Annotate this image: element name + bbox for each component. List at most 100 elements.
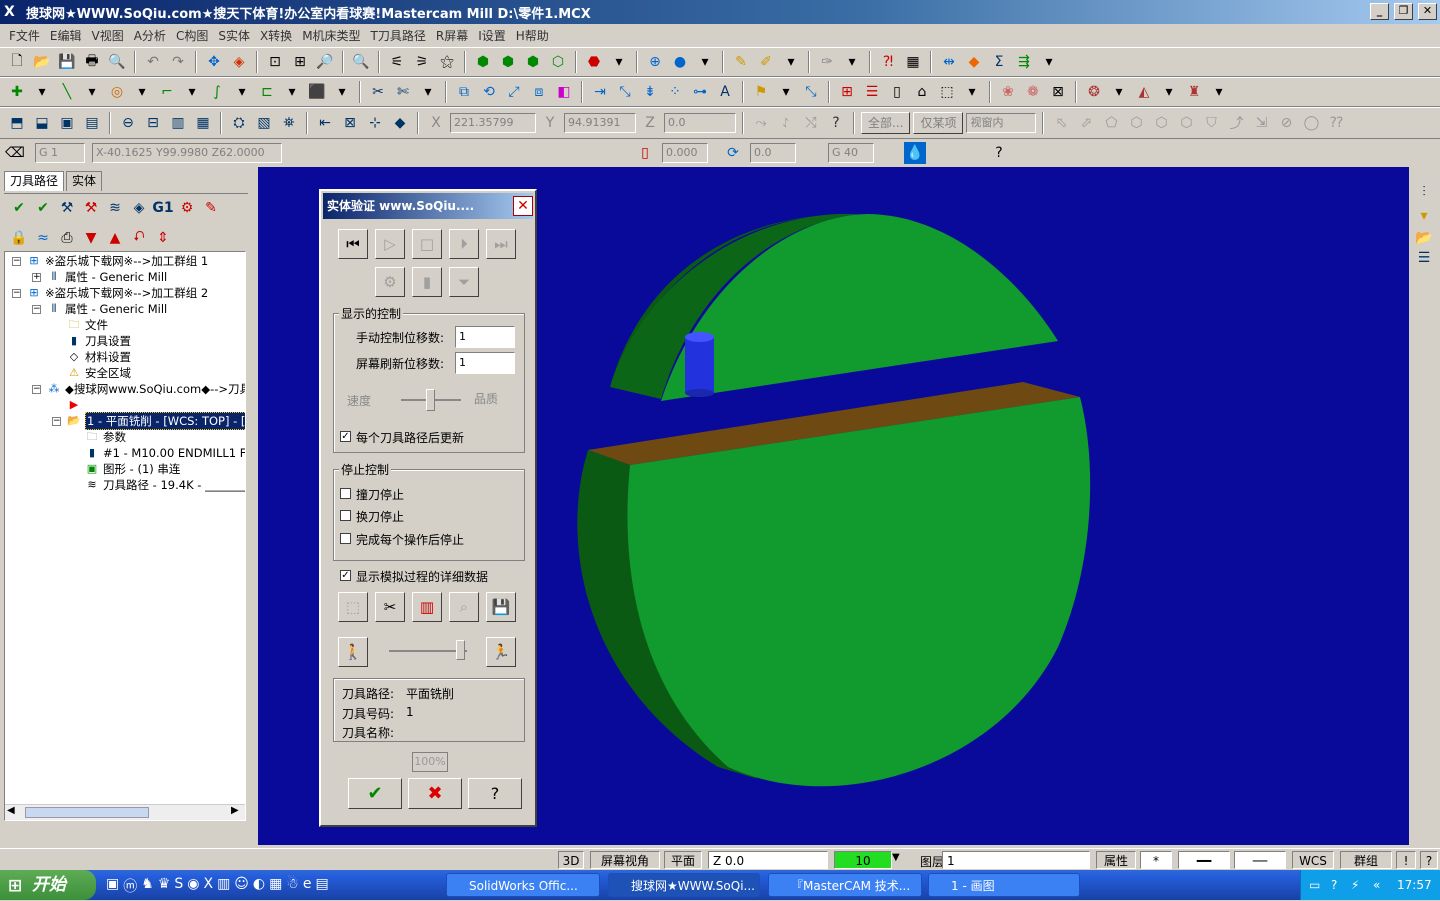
coolant-icon[interactable]: 💧 <box>904 142 926 164</box>
help-pointer-icon[interactable]: ⁈ <box>877 51 899 73</box>
drill-icon[interactable]: ⊖ <box>117 112 139 134</box>
scale-icon[interactable]: ⤢ <box>503 81 525 103</box>
dropdown-arrow-icon[interactable]: ▾ <box>1038 51 1060 73</box>
verify-selection-icon[interactable]: ⇲ <box>1250 112 1272 134</box>
grid-app-icon[interactable]: ▦ <box>269 876 282 896</box>
pencil-icon[interactable]: ✎ <box>730 51 752 73</box>
close-button[interactable]: ✕ <box>1418 3 1437 20</box>
fillet-icon[interactable]: ⌐ <box>156 81 178 103</box>
select-vector-icon[interactable]: ⬡ <box>1150 112 1172 134</box>
tree-safety-zone[interactable]: ⚠ 安全区域 <box>67 365 131 381</box>
tree-properties-2[interactable]: ⫴ 属性 - Generic Mill <box>47 301 168 317</box>
redo-icon[interactable]: ↷ <box>167 51 189 73</box>
face-icon[interactable]: ⊟ <box>142 112 164 134</box>
clear-selection-icon[interactable]: ⊘ <box>1275 112 1297 134</box>
stop-toolchange-checkbox[interactable] <box>340 510 351 521</box>
save-icon[interactable]: 💾 <box>56 51 78 73</box>
array-icon[interactable]: ⁘ <box>664 81 686 103</box>
menu-toolpaths[interactable]: T刀具路径 <box>366 27 431 44</box>
line-icon[interactable]: ╲ <box>56 81 78 103</box>
manual-step-input[interactable]: 1 <box>455 326 515 348</box>
pocket-icon[interactable]: ▤ <box>81 112 103 134</box>
line-style-select[interactable]: ━━ <box>1178 851 1230 869</box>
note-icon[interactable]: ⤡ <box>800 81 822 103</box>
toolpath-edit-icon[interactable]: ⬓ <box>31 112 53 134</box>
unzoom-icon[interactable]: 🔎 <box>314 51 336 73</box>
attributes-button[interactable]: 属性 <box>1096 851 1136 869</box>
select-all-button[interactable]: 全部... <box>861 112 911 134</box>
tree-tool[interactable]: ▮ #1 - M10.00 ENDMILL1 FLA <box>85 445 245 461</box>
globe-icon[interactable]: ⊕ <box>644 51 666 73</box>
scroll-thumb[interactable] <box>25 807 149 818</box>
view-front-icon[interactable]: ⬢ <box>522 51 544 73</box>
dropdown-arrow-icon[interactable]: ▾ <box>694 51 716 73</box>
text-icon[interactable]: A <box>714 81 736 103</box>
gview-button[interactable]: 屏幕视角 <box>590 851 660 869</box>
color-field[interactable]: 10 <box>834 851 892 869</box>
menu-file[interactable]: F文件 <box>4 27 45 44</box>
horizontal-scrollbar[interactable]: ◀ ▶ <box>5 804 245 820</box>
move-icon[interactable]: ⇥ <box>589 81 611 103</box>
tag-icon[interactable]: ⌂ <box>911 81 933 103</box>
zoom-window-icon[interactable]: ⊞ <box>289 51 311 73</box>
point-icon[interactable]: ✚ <box>6 81 28 103</box>
y-coordinate-input[interactable]: 94.91391 <box>564 113 636 133</box>
smile-icon[interactable]: ☺ <box>234 876 249 896</box>
z-coordinate-input[interactable]: 0.0 <box>664 113 736 133</box>
select-polygon-icon[interactable]: ⬡ <box>1125 112 1147 134</box>
wcs-button[interactable]: WCS <box>1292 851 1334 869</box>
break-icon[interactable]: ✄ <box>392 81 414 103</box>
selection-mode-select[interactable]: 视窗内 <box>966 113 1037 133</box>
tree-group-2[interactable]: ⊞ ※盗乐城下载网※-->加工群组 2 <box>27 285 208 301</box>
pan-icon[interactable]: ✥ <box>203 51 225 73</box>
cut-button[interactable]: ✂ <box>375 592 405 622</box>
regen-dirty-icon[interactable]: ⚒ <box>80 197 102 219</box>
restore-button[interactable]: ❐ <box>1394 3 1413 20</box>
groups-button[interactable]: 群组 <box>1340 851 1392 869</box>
mastercam-icon[interactable]: X <box>203 876 213 896</box>
dropdown-arrow-icon[interactable]: ▾ <box>31 81 53 103</box>
play-button[interactable]: ▷ <box>375 229 405 259</box>
high-feed-icon[interactable]: ⚙ <box>176 197 198 219</box>
lock-icon[interactable]: 🔒 <box>8 227 30 249</box>
new-file-icon[interactable]: 🗋 <box>6 51 28 73</box>
dropdown-arrow-icon[interactable]: ▾ <box>961 81 983 103</box>
tree-stock-setup[interactable]: ◇ 材料设置 <box>67 349 131 365</box>
tool-display-button[interactable]: ▮ <box>412 267 442 297</box>
mesh-icon[interactable]: ⊠ <box>1047 81 1069 103</box>
eraser-icon[interactable]: ⌫ <box>4 142 26 164</box>
tree-toolpath[interactable]: ≋ 刀具路径 - 19.4K - ________ <box>85 477 245 493</box>
media-icon[interactable]: ◉ <box>187 876 199 896</box>
dropdown-arrow-icon[interactable]: ▾ <box>780 51 802 73</box>
antenna-icon[interactable]: ⚡ <box>1351 870 1359 900</box>
solid-icon[interactable]: ⬛ <box>306 81 328 103</box>
color-icon[interactable]: ◆ <box>963 51 985 73</box>
z-depth-select[interactable]: Z 0.0 <box>708 851 828 869</box>
layer-select[interactable]: 1 <box>942 851 1090 869</box>
regen-ops-icon[interactable]: ⚒ <box>56 197 78 219</box>
messenger-icon[interactable]: ⓜ <box>123 876 137 896</box>
ok-button[interactable]: ✔ <box>348 778 402 809</box>
highlighter-icon[interactable]: ✐ <box>755 51 777 73</box>
show-details-checkbox[interactable]: ✓ <box>340 570 351 581</box>
refresh-step-input[interactable]: 1 <box>455 352 515 374</box>
cancel-button[interactable]: ✖ <box>408 778 462 809</box>
menu-view[interactable]: V视图 <box>87 27 129 44</box>
wireframe-icon[interactable]: ⚞ <box>411 51 433 73</box>
task-mastercam[interactable]: 搜球网★WWW.SoQi... <box>608 873 760 897</box>
dropdown-arrow-icon[interactable]: ▾ <box>1208 81 1230 103</box>
task-solidworks[interactable]: SolidWorks Offic... <box>446 873 600 897</box>
stock-button[interactable]: ⬚ <box>338 592 368 622</box>
dropdown-arrow-icon[interactable]: ▼ <box>892 852 900 863</box>
help-icon[interactable]: ? <box>825 112 847 134</box>
view-iso-icon[interactable]: ⬢ <box>472 51 494 73</box>
dropdown-arrow-icon[interactable]: ▾ <box>417 81 439 103</box>
exclaim-button[interactable]: ! <box>1396 851 1416 869</box>
autocursor-settings-icon[interactable]: ⤭ <box>800 112 822 134</box>
verify-ops-icon[interactable]: ◈ <box>128 197 150 219</box>
slot-icon[interactable]: ▥ <box>167 112 189 134</box>
tree-operation-1[interactable]: 📂 1 - 平面铣削 - [WCS: TOP] - [刀] <box>67 412 245 430</box>
book-icon[interactable]: ▥ <box>217 876 230 896</box>
collapse-toggle[interactable]: − <box>32 305 41 314</box>
dialog-close-button[interactable]: ✕ <box>513 196 533 216</box>
